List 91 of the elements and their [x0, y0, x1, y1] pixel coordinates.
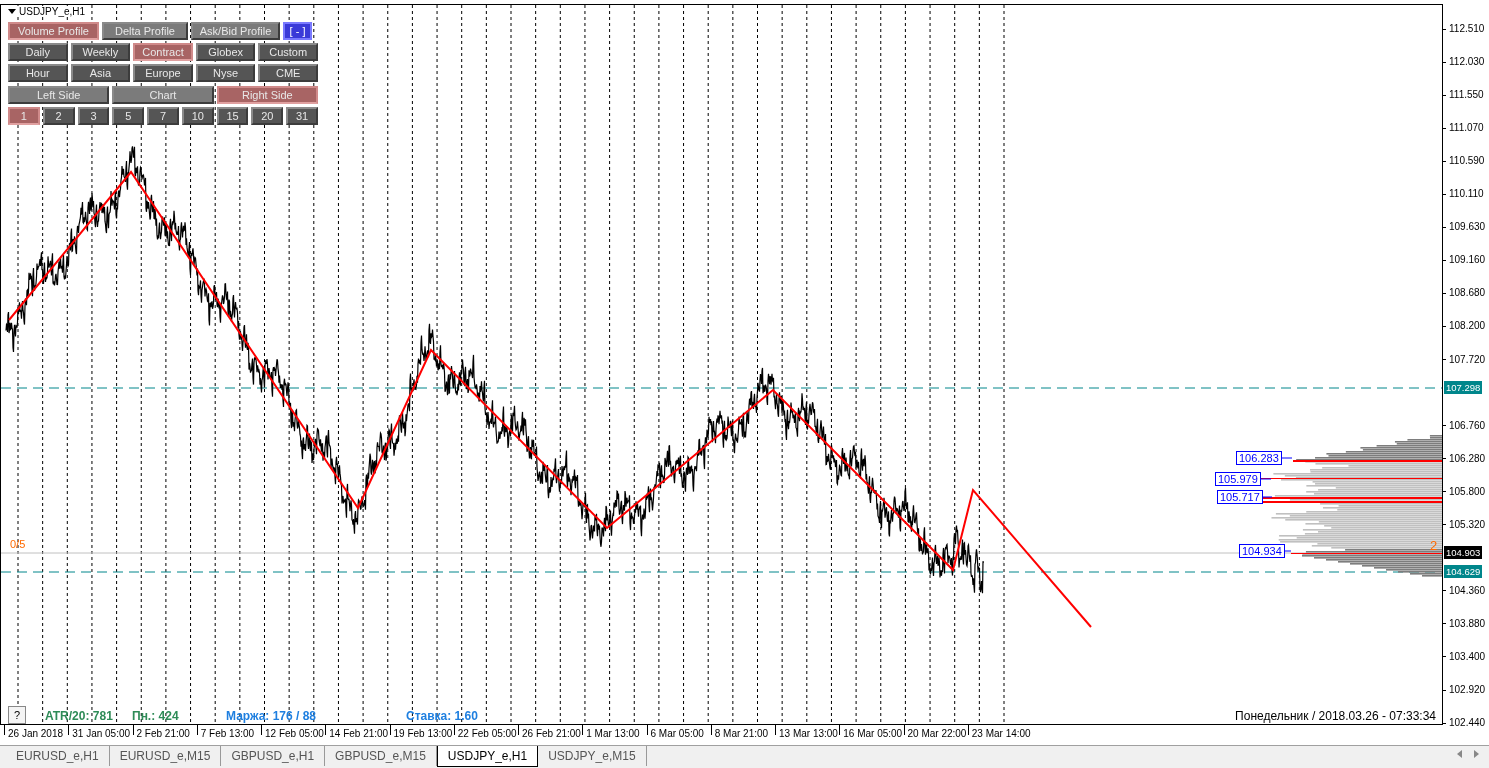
- toggle-button[interactable]: Delta Profile: [102, 22, 188, 40]
- time-tick: 12 Feb 05:00: [261, 725, 326, 735]
- chart-tab[interactable]: USDJPY_e,M15: [538, 746, 647, 766]
- price-tick: 110.110: [1443, 187, 1484, 202]
- time-tick: 8 Mar 21:00: [710, 725, 775, 735]
- price-tick: 111.550: [1443, 88, 1484, 103]
- price-tick: 112.510: [1443, 22, 1485, 36]
- time-tick: 20 Mar 22:00: [903, 725, 968, 735]
- time-tick: 26 Feb 21:00: [518, 725, 583, 735]
- price-label: 105.717: [1217, 490, 1263, 504]
- toggle-button[interactable]: 20: [251, 107, 284, 125]
- time-tick: 26 Jan 2018: [4, 725, 69, 735]
- toggle-button[interactable]: Volume Profile: [8, 22, 99, 40]
- chart-tab[interactable]: GBPUSD_e,H1: [221, 746, 326, 766]
- time-tick: 22 Feb 05:00: [453, 725, 518, 735]
- chart-tab[interactable]: EURUSD_e,M15: [109, 746, 222, 766]
- price-tick: 106.280: [1443, 451, 1486, 466]
- price-tick: 102.440: [1443, 716, 1486, 731]
- toggle-button[interactable]: Asia: [70, 64, 131, 82]
- profile-count: 2: [1430, 538, 1438, 553]
- time-tick: 13 Mar 13:00: [775, 725, 840, 735]
- toggle-button[interactable]: Nyse: [195, 64, 256, 82]
- time-tick: 16 Mar 05:00: [839, 725, 904, 735]
- time-tick: 14 Feb 21:00: [325, 725, 390, 735]
- toggle-button[interactable]: Custom: [258, 43, 318, 61]
- chart-tab[interactable]: EURUSD_e,H1: [6, 746, 110, 766]
- toggle-button[interactable]: Contract: [133, 43, 193, 61]
- stat-text: ATR/20: 781: [45, 709, 113, 723]
- toggle-button[interactable]: CME: [258, 64, 318, 82]
- price-label: 104.934: [1239, 544, 1285, 558]
- toggle-button[interactable]: Chart: [112, 86, 214, 104]
- price-tick: 109.630: [1443, 220, 1486, 235]
- leader-line: [1279, 457, 1293, 459]
- level-label: 0/5: [10, 538, 26, 550]
- time-tick: 2 Feb 21:00: [132, 725, 197, 735]
- price-tick: 108.680: [1443, 286, 1486, 301]
- toggle-button[interactable]: 3: [77, 107, 110, 125]
- toggle-button[interactable]: 2: [42, 107, 75, 125]
- toggle-button[interactable]: 15: [216, 107, 249, 125]
- leader-line: [1282, 550, 1292, 552]
- time-tick: 23 Mar 14:00: [967, 725, 1032, 735]
- toggle-button[interactable]: 31: [286, 107, 318, 125]
- price-tick: 108.200: [1443, 319, 1486, 334]
- price-marker: 107.298: [1444, 381, 1483, 394]
- time-tick: 7 Feb 13:00: [196, 725, 261, 735]
- price-tick: 102.920: [1443, 683, 1486, 697]
- chart-tab[interactable]: GBPUSD_e,M15: [325, 746, 437, 766]
- collapse-button[interactable]: [ - ]: [283, 22, 312, 40]
- price-tick: 107.720: [1443, 352, 1486, 367]
- price-tick: 105.320: [1443, 517, 1486, 532]
- toggle-button[interactable]: Hour: [8, 64, 68, 82]
- scroll-right-icon[interactable]: [1474, 750, 1479, 758]
- toggle-button[interactable]: Ask/Bid Profile: [191, 22, 280, 40]
- toggle-button[interactable]: 1: [8, 107, 40, 125]
- clock-text: Понедельник / 2018.03.26 - 07:33:34: [1235, 709, 1436, 723]
- time-tick: 31 Jan 05:00: [68, 725, 133, 735]
- stat-text: Ставка: 1.60: [406, 709, 478, 723]
- price-tick: 111.070: [1443, 121, 1484, 136]
- price-tick: 109.160: [1443, 253, 1486, 268]
- chart-symbol: USDJPY_e,H1: [19, 6, 86, 17]
- price-tick: 105.800: [1443, 484, 1486, 499]
- price-marker: 104.629: [1444, 565, 1483, 578]
- time-tick: 6 Mar 05:00: [646, 725, 711, 735]
- toggle-button[interactable]: Daily: [8, 43, 68, 61]
- toggle-button[interactable]: Globex: [195, 43, 256, 61]
- leader-line: [1259, 478, 1272, 480]
- price-marker: 104.903: [1444, 546, 1483, 559]
- help-button[interactable]: ?: [8, 706, 26, 724]
- price-tick: 106.760: [1443, 418, 1486, 433]
- dropdown-icon[interactable]: [8, 9, 16, 14]
- scroll-left-icon[interactable]: [1457, 750, 1462, 758]
- time-tick: 1 Mar 13:00: [582, 725, 647, 735]
- price-tick: 112.030: [1443, 55, 1485, 70]
- toggle-button[interactable]: Weekly: [70, 43, 131, 61]
- toggle-button[interactable]: 10: [181, 107, 214, 125]
- price-tick: 110.590: [1443, 154, 1485, 169]
- time-tick: 19 Feb 13:00: [389, 725, 454, 735]
- chart-tab[interactable]: USDJPY_e,H1: [436, 746, 539, 767]
- stat-text: Маржа: 176 / 88: [226, 709, 317, 723]
- leader-line: [1261, 496, 1273, 498]
- price-label: 106.283: [1236, 451, 1282, 465]
- price-tick: 104.360: [1443, 583, 1486, 598]
- toggle-button[interactable]: Left Side: [8, 86, 110, 104]
- toggle-button[interactable]: Europe: [133, 64, 193, 82]
- stat-text: Пн.: 424: [132, 709, 179, 723]
- price-tick: 103.880: [1443, 616, 1486, 631]
- price-tick: 103.400: [1443, 649, 1486, 664]
- toggle-button[interactable]: 5: [112, 107, 145, 125]
- toggle-button[interactable]: Right Side: [216, 86, 318, 104]
- toggle-button[interactable]: 7: [147, 107, 179, 125]
- price-label: 105.979: [1215, 472, 1261, 486]
